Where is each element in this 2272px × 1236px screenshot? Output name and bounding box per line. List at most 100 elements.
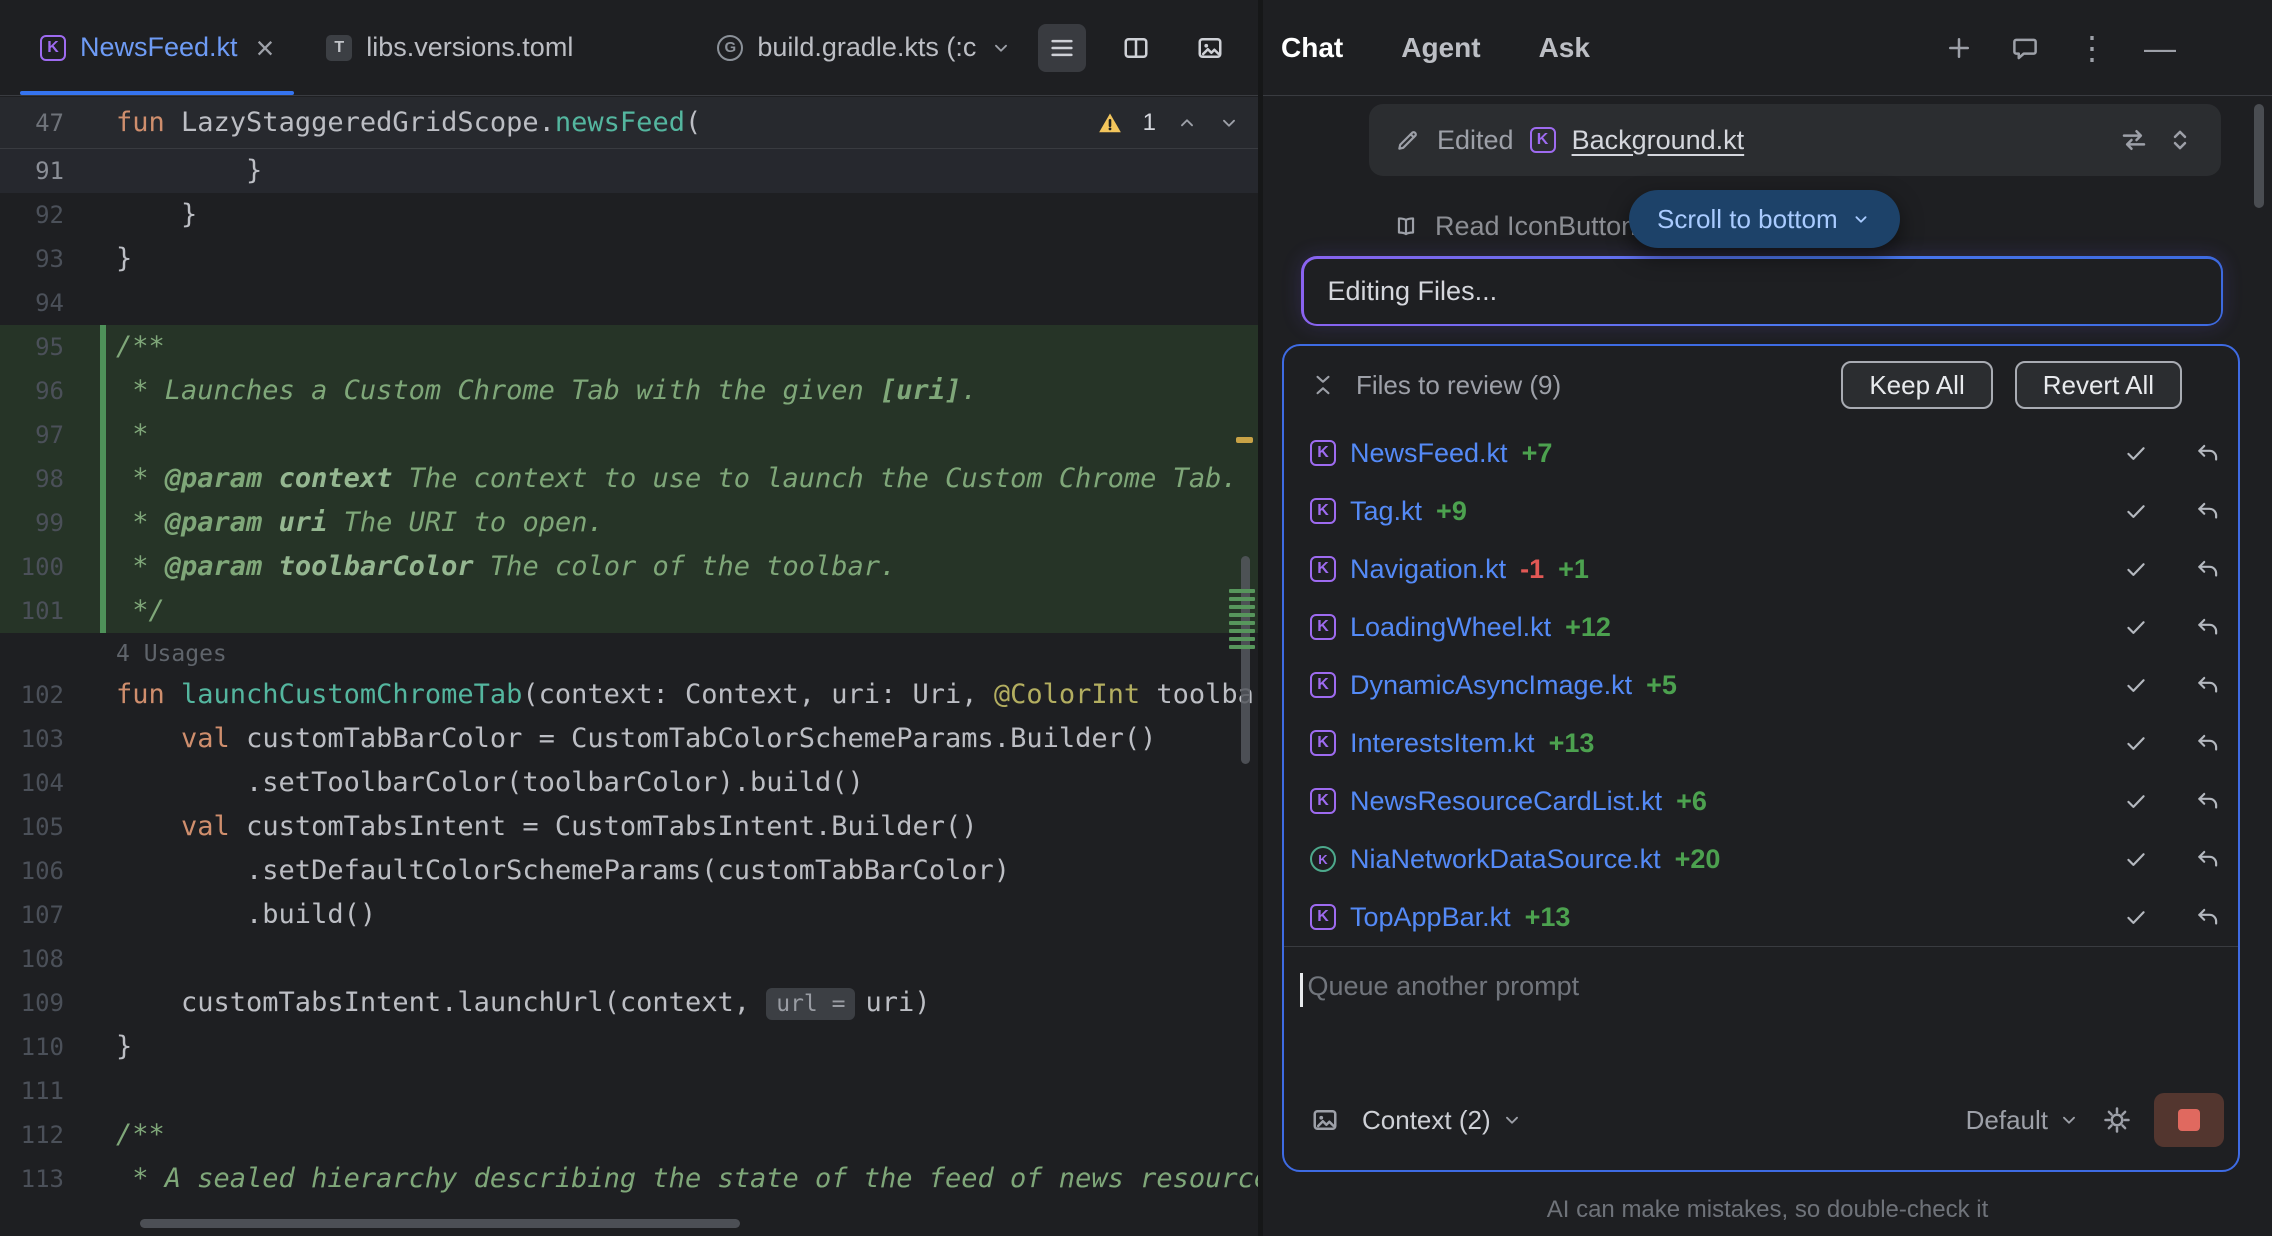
model-selector[interactable]: Default — [1966, 1105, 2080, 1136]
review-file-row[interactable]: KNiaNetworkDataSource.kt+20 — [1284, 830, 2238, 888]
keep-all-button[interactable]: Keep All — [1841, 361, 1992, 409]
accept-file-button[interactable] — [2120, 611, 2152, 643]
warning-icon[interactable] — [1097, 110, 1123, 136]
stop-button[interactable] — [2154, 1093, 2224, 1147]
code-line[interactable]: 95/** — [0, 325, 1258, 369]
code-line[interactable]: 99 * @param uri The URI to open. — [0, 501, 1258, 545]
tab-libs-versions[interactable]: T libs.versions.toml — [300, 0, 599, 95]
revert-file-button[interactable] — [2192, 785, 2224, 817]
more-options-icon[interactable]: ⋮ — [2076, 32, 2108, 64]
warning-stripe-mark[interactable] — [1236, 437, 1253, 443]
tab-ask[interactable]: Ask — [1539, 32, 1590, 64]
changed-lines-marker[interactable] — [1229, 589, 1255, 649]
expand-icon[interactable] — [2165, 125, 2195, 155]
code-line[interactable]: 98 * @param context The context to use t… — [0, 457, 1258, 501]
close-tab-icon[interactable]: × — [256, 32, 275, 64]
accept-file-button[interactable] — [2120, 495, 2152, 527]
code-line[interactable]: 108 — [0, 937, 1258, 981]
file-link[interactable]: NiaNetworkDataSource.kt — [1350, 844, 1661, 875]
revert-file-button[interactable] — [2192, 901, 2224, 933]
accept-file-button[interactable] — [2120, 785, 2152, 817]
settings-gear-icon[interactable] — [2102, 1105, 2132, 1135]
context-selector[interactable]: Context (2) — [1362, 1105, 1523, 1136]
tab-build-gradle[interactable]: G build.gradle.kts (:c — [691, 0, 1038, 95]
code-line[interactable]: 112/** — [0, 1113, 1258, 1157]
review-file-row[interactable]: KTopAppBar.kt+13 — [1284, 888, 2238, 946]
code-line[interactable]: 101 */ — [0, 589, 1258, 633]
code-line[interactable]: 4 Usages — [0, 633, 1258, 673]
file-link[interactable]: Navigation.kt — [1350, 554, 1506, 585]
prompt-input[interactable]: Queue another prompt — [1284, 946, 2238, 1084]
accept-file-button[interactable] — [2120, 669, 2152, 701]
code-line[interactable]: 107 .build() — [0, 893, 1258, 937]
accept-file-button[interactable] — [2120, 727, 2152, 759]
revert-file-button[interactable] — [2192, 553, 2224, 585]
tab-chat[interactable]: Chat — [1281, 32, 1343, 64]
code-line[interactable]: 92 } — [0, 193, 1258, 237]
next-problem-icon[interactable] — [1218, 112, 1240, 134]
horizontal-scrollbar[interactable] — [140, 1219, 740, 1228]
code-line[interactable]: 91 } — [0, 149, 1258, 193]
preview-button[interactable] — [1186, 24, 1234, 72]
code-line[interactable]: 97 * — [0, 413, 1258, 457]
editor-list-view-button[interactable] — [1038, 24, 1086, 72]
review-file-row[interactable]: KNewsFeed.kt+7 — [1284, 424, 2238, 482]
edited-file-card[interactable]: Edited K Background.kt — [1369, 104, 2221, 176]
code-line[interactable]: 106 .setDefaultColorSchemeParams(customT… — [0, 849, 1258, 893]
code-line[interactable]: 93} — [0, 237, 1258, 281]
code-line[interactable]: 102fun launchCustomChromeTab(context: Co… — [0, 673, 1258, 717]
open-diff-icon[interactable] — [2119, 125, 2149, 155]
file-link[interactable]: NewsResourceCardList.kt — [1350, 786, 1662, 817]
code-line[interactable]: 104 .setToolbarColor(toolbarColor).build… — [0, 761, 1258, 805]
revert-file-button[interactable] — [2192, 727, 2224, 759]
code-line[interactable]: 103 val customTabBarColor = CustomTabCol… — [0, 717, 1258, 761]
revert-file-button[interactable] — [2192, 495, 2224, 527]
revert-file-button[interactable] — [2192, 437, 2224, 469]
code-line[interactable]: 105 val customTabsIntent = CustomTabsInt… — [0, 805, 1258, 849]
chevron-down-icon[interactable] — [990, 37, 1012, 59]
chat-scrollbar[interactable] — [2254, 104, 2264, 208]
code-line[interactable]: 113 * A sealed hierarchy describing the … — [0, 1157, 1258, 1201]
code-line[interactable]: 94 — [0, 281, 1258, 325]
review-file-row[interactable]: KDynamicAsyncImage.kt+5 — [1284, 656, 2238, 714]
attach-image-icon[interactable] — [1310, 1105, 1340, 1135]
review-file-row[interactable]: KInterestsItem.kt+13 — [1284, 714, 2238, 772]
scroll-to-bottom-button[interactable]: Scroll to bottom — [1629, 190, 1900, 248]
file-link[interactable]: LoadingWheel.kt — [1350, 612, 1551, 643]
sticky-code-line[interactable]: 47 fun LazyStaggeredGridScope.newsFeed( … — [0, 97, 1258, 149]
accept-file-button[interactable] — [2120, 843, 2152, 875]
code-line[interactable]: 110} — [0, 1025, 1258, 1069]
edited-file-link[interactable]: Background.kt — [1572, 125, 1745, 156]
code-line[interactable]: 96 * Launches a Custom Chrome Tab with t… — [0, 369, 1258, 413]
accept-file-button[interactable] — [2120, 901, 2152, 933]
revert-all-button[interactable]: Revert All — [2015, 361, 2182, 409]
review-file-row[interactable]: KTag.kt+9 — [1284, 482, 2238, 540]
code-line[interactable]: 109 customTabsIntent.launchUrl(context, … — [0, 981, 1258, 1025]
conversations-icon[interactable] — [2010, 33, 2040, 63]
revert-file-button[interactable] — [2192, 611, 2224, 643]
vertical-scrollbar[interactable] — [1241, 556, 1250, 764]
accept-file-button[interactable] — [2120, 553, 2152, 585]
usages-hint[interactable]: 4 Usages — [116, 641, 227, 667]
minimize-icon[interactable]: — — [2144, 32, 2176, 64]
review-file-row[interactable]: KNewsResourceCardList.kt+6 — [1284, 772, 2238, 830]
code-line[interactable]: 100 * @param toolbarColor The color of t… — [0, 545, 1258, 589]
collapse-icon[interactable] — [1310, 372, 1336, 398]
new-chat-icon[interactable] — [1944, 33, 1974, 63]
tab-newsfeed[interactable]: K NewsFeed.kt × — [14, 0, 300, 95]
split-editor-button[interactable] — [1112, 24, 1160, 72]
review-file-row[interactable]: KNavigation.kt-1+1 — [1284, 540, 2238, 598]
code-lines[interactable]: 91 }92 }93}9495/**96 * Launches a Custom… — [0, 149, 1258, 1236]
file-link[interactable]: TopAppBar.kt — [1350, 902, 1511, 933]
tab-agent[interactable]: Agent — [1401, 32, 1480, 64]
file-link[interactable]: NewsFeed.kt — [1350, 438, 1508, 469]
file-link[interactable]: Tag.kt — [1350, 496, 1422, 527]
accept-file-button[interactable] — [2120, 437, 2152, 469]
revert-file-button[interactable] — [2192, 669, 2224, 701]
file-link[interactable]: InterestsItem.kt — [1350, 728, 1535, 759]
revert-file-button[interactable] — [2192, 843, 2224, 875]
code-line[interactable]: 111 — [0, 1069, 1258, 1113]
review-file-row[interactable]: KLoadingWheel.kt+12 — [1284, 598, 2238, 656]
previous-problem-icon[interactable] — [1176, 112, 1198, 134]
file-link[interactable]: DynamicAsyncImage.kt — [1350, 670, 1632, 701]
